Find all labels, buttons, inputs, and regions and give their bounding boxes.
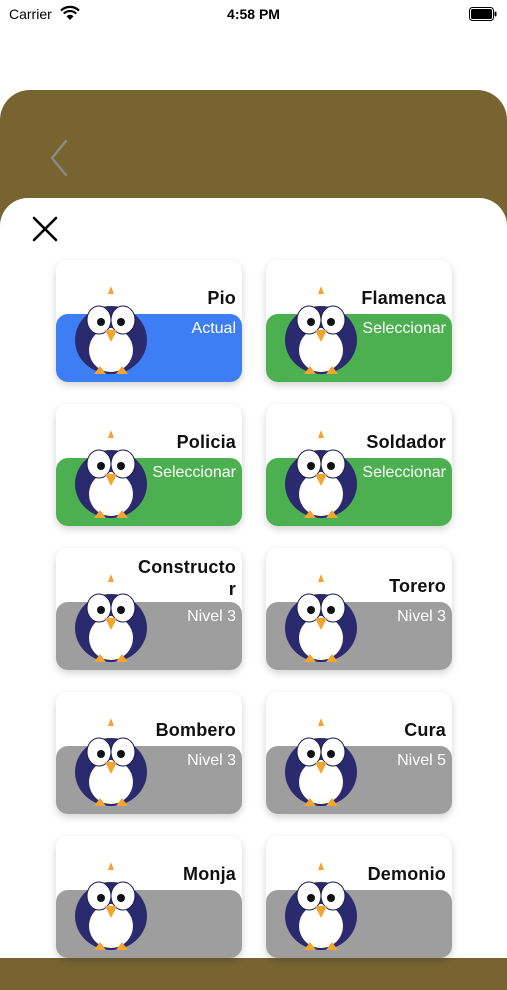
card-title: Torero [389, 576, 446, 596]
character-card-constructor[interactable]: Constructor Nivel 3 [56, 548, 242, 670]
penguin-flamenca-icon [276, 274, 366, 380]
card-status-label: Nivel 3 [187, 608, 236, 625]
card-status-label: Actual [191, 320, 236, 337]
card-status-label[interactable]: Seleccionar [362, 464, 446, 482]
character-grid: Pio Actual Flamenca Seleccionar Policia Sel… [0, 0, 507, 958]
card-title: Constructor [138, 557, 236, 599]
penguin-soldador-icon [276, 418, 366, 524]
penguin-cura-icon [276, 706, 366, 812]
character-card-torero[interactable]: Torero Nivel 3 [266, 548, 452, 670]
character-card-bombero[interactable]: Bombero Nivel 3 [56, 692, 242, 814]
penguin-bombero-icon [66, 706, 156, 812]
card-title: Flamenca [361, 288, 446, 308]
penguin-policia-icon [66, 418, 156, 524]
character-card-policia[interactable]: Policia Seleccionar [56, 404, 242, 526]
penguin-demonio-icon [276, 850, 366, 956]
card-title: Policia [176, 432, 236, 452]
card-status-label: Nivel 5 [397, 752, 446, 769]
card-title: Soldador [366, 432, 446, 452]
character-card-cura[interactable]: Cura Nivel 5 [266, 692, 452, 814]
character-card-monja[interactable]: Monja [56, 836, 242, 958]
card-title: Pio [207, 288, 236, 308]
card-title: Cura [404, 720, 446, 740]
card-status-label: Nivel 3 [397, 608, 446, 625]
penguin-torero-icon [276, 562, 366, 668]
card-status-label[interactable]: Seleccionar [152, 464, 236, 482]
penguin-monja-icon [66, 850, 156, 956]
character-card-flamenca[interactable]: Flamenca Seleccionar [266, 260, 452, 382]
penguin-pio-icon [66, 274, 156, 380]
character-card-pio[interactable]: Pio Actual [56, 260, 242, 382]
card-title: Monja [183, 864, 236, 884]
card-title: Bombero [155, 720, 236, 740]
card-title: Demonio [367, 864, 446, 884]
card-status-label[interactable]: Seleccionar [362, 320, 446, 338]
card-status-label: Nivel 3 [187, 752, 236, 769]
character-card-demonio[interactable]: Demonio [266, 836, 452, 958]
character-card-soldador[interactable]: Soldador Seleccionar [266, 404, 452, 526]
